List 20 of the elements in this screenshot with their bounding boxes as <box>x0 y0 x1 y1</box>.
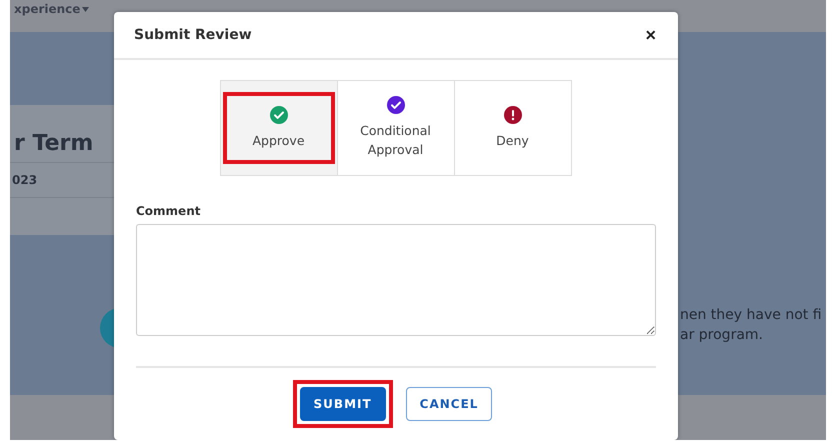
notice-text: ar program. <box>680 327 764 343</box>
dialog-title: Submit Review <box>134 27 252 43</box>
exclamation-circle-icon <box>504 106 522 124</box>
cancel-button[interactable]: CANCEL <box>406 387 492 421</box>
comment-field[interactable] <box>136 224 656 336</box>
caret-icon <box>82 6 90 12</box>
option-label: Approve <box>252 132 305 150</box>
decision-option[interactable]: Conditional Approval <box>336 80 454 176</box>
card-date: 023 <box>12 173 38 187</box>
close-button[interactable]: × <box>643 24 658 46</box>
decision-option[interactable]: Deny <box>454 80 572 176</box>
option-label: Conditional Approval <box>359 122 432 159</box>
check-circle-icon <box>270 106 288 124</box>
card-heading: r Term <box>14 131 94 156</box>
option-label: Deny <box>496 132 529 150</box>
notice-text: nen they have not fi <box>680 307 822 323</box>
decision-option[interactable]: Approve <box>220 80 338 176</box>
check-circle-icon <box>386 96 404 114</box>
submit-button[interactable]: SUBMIT <box>300 387 386 421</box>
comment-label: Comment <box>136 204 202 218</box>
